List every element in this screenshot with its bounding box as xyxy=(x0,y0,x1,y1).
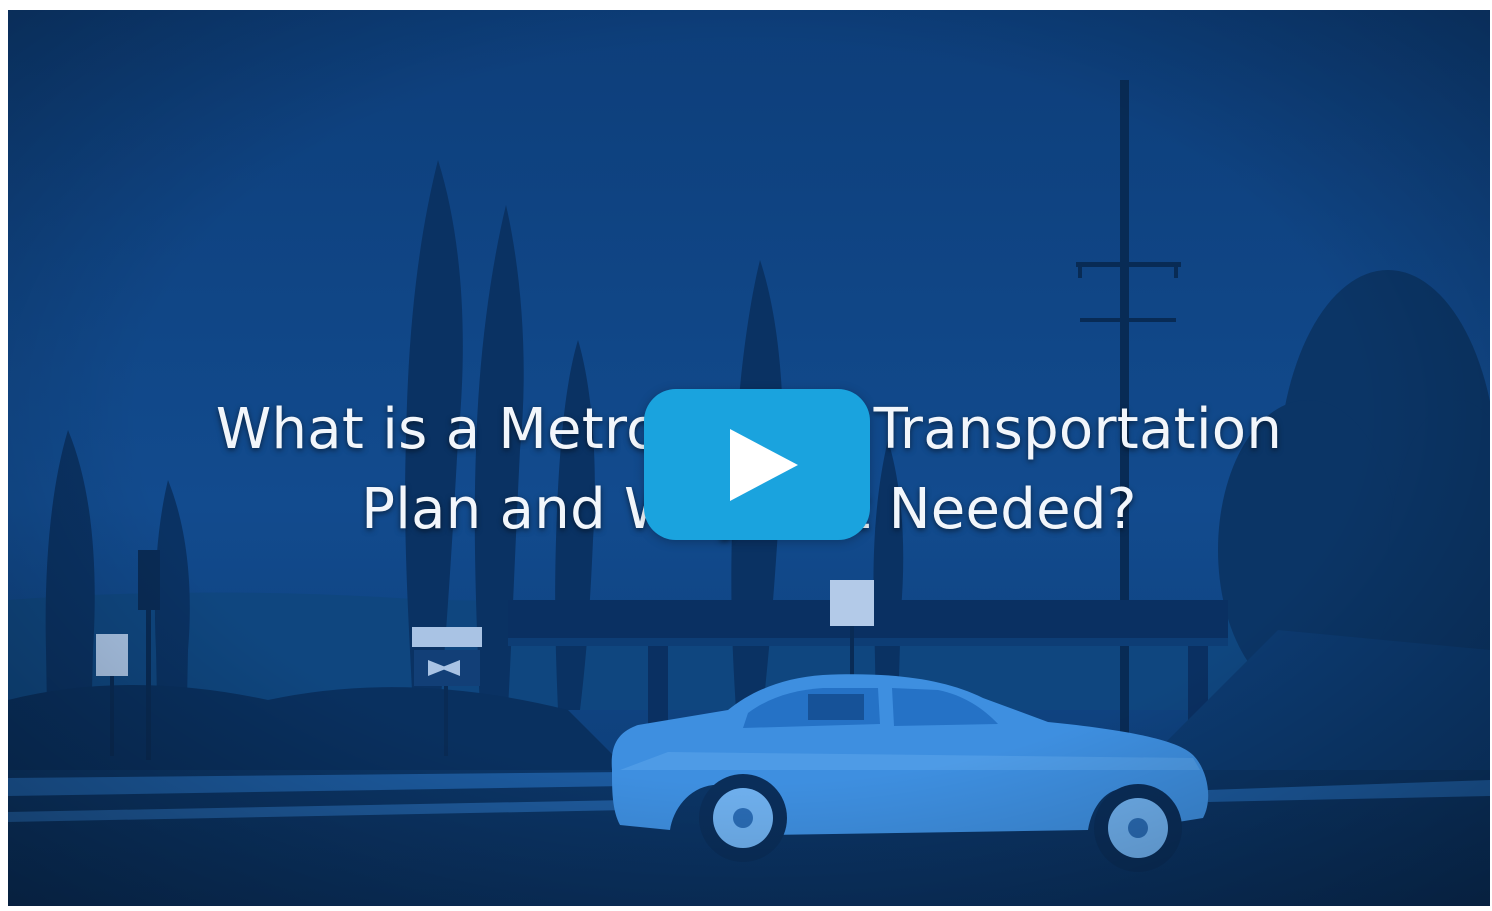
play-icon xyxy=(730,429,798,501)
play-button[interactable] xyxy=(644,389,870,540)
video-player[interactable]: What is a Metropolitan Transportation Pl… xyxy=(8,10,1490,906)
